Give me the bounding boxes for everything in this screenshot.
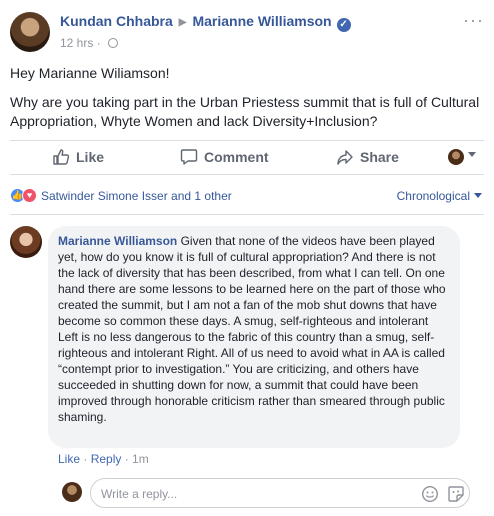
comment-footer: Like · Reply · 1m (58, 452, 149, 466)
comment-reply-link[interactable]: Reply (91, 452, 122, 466)
comment-icon (180, 149, 198, 165)
sort-dropdown[interactable]: Chronological (397, 189, 482, 203)
arrow-right-icon: ▶ (178, 17, 187, 28)
comment-like-link[interactable]: Like (58, 452, 80, 466)
comment-time[interactable]: 1m (132, 452, 149, 466)
divider (10, 174, 484, 175)
comment-text: Given that none of the videos have been … (58, 234, 446, 424)
comment-bubble: Marianne Williamson Given that none of t… (48, 226, 460, 448)
reactions-row: 👍 ♥ Satwinder Simone Isser and 1 other C… (10, 186, 484, 206)
comment-button[interactable]: Comment (180, 148, 269, 166)
post-paragraph: Why are you taking part in the Urban Pri… (10, 94, 480, 129)
share-label: Share (360, 149, 399, 165)
emoji-icon[interactable] (421, 485, 439, 503)
divider (10, 214, 484, 215)
share-icon (337, 150, 353, 165)
globe-icon (108, 38, 119, 48)
post-card: Kundan Chhabra ▶ Marianne Williamson ✓ 12 h… (0, 0, 494, 516)
love-reaction-icon[interactable]: ♥ (22, 188, 37, 203)
post-author-line: Kundan Chhabra ▶ Marianne Williamson ✓ (60, 13, 351, 32)
author-avatar[interactable] (10, 12, 50, 52)
verified-icon: ✓ (336, 18, 351, 32)
more-icon[interactable]: ··· (463, 10, 484, 31)
post-author-link[interactable]: Kundan Chhabra (60, 13, 173, 29)
viewer-avatar (62, 482, 82, 502)
action-bar: Like Comment Share (10, 140, 484, 174)
reply-box[interactable] (90, 478, 470, 508)
chevron-down-icon (474, 193, 482, 198)
viewer-avatar[interactable] (448, 149, 464, 165)
like-button[interactable]: Like (52, 148, 104, 166)
comment-label: Comment (204, 149, 269, 165)
like-label: Like (76, 149, 105, 165)
post-header: Kundan Chhabra ▶ Marianne Williamson ✓ 12 h… (10, 8, 484, 56)
post-body: Hey Marianne Wiliamson! Why are you taki… (10, 64, 486, 141)
post-meta: 12 hrs · (60, 36, 119, 50)
share-button[interactable]: Share (336, 148, 399, 166)
commenter-avatar[interactable] (10, 226, 42, 258)
like-icon (53, 149, 70, 165)
post-paragraph: Hey Marianne Wiliamson! (10, 65, 170, 81)
reply-input[interactable] (101, 485, 401, 503)
sticker-icon[interactable] (447, 485, 465, 503)
comment-author[interactable]: Marianne Williamson (58, 234, 177, 248)
sort-label: Chronological (396, 189, 470, 203)
reaction-names[interactable]: Satwinder Simone Isser and 1 other (41, 189, 232, 203)
chevron-down-icon[interactable] (468, 152, 476, 157)
post-time[interactable]: 12 hrs (60, 36, 93, 50)
post-target-link[interactable]: Marianne Williamson (192, 13, 331, 29)
